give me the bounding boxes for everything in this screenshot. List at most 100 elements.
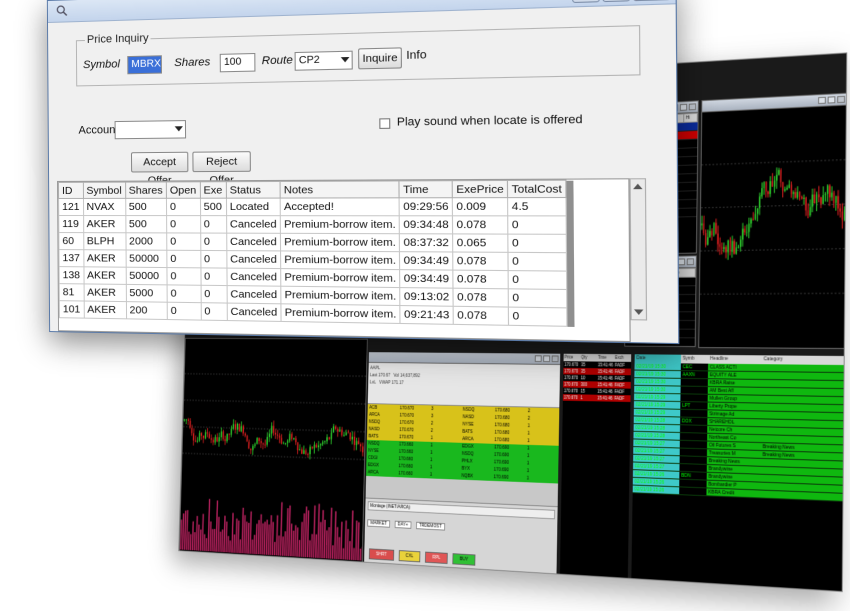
column-header[interactable]: Open bbox=[166, 181, 200, 199]
close-icon[interactable] bbox=[837, 95, 845, 104]
table-cell: 2000 bbox=[125, 232, 167, 251]
candle-body bbox=[183, 419, 186, 421]
trade-row[interactable]: 170.670 1 15:41:46 FADF bbox=[562, 394, 631, 402]
tif-select[interactable]: DAY+ bbox=[394, 520, 412, 529]
column-header[interactable]: Symbol bbox=[82, 182, 126, 199]
table-cell: 0 bbox=[167, 302, 201, 321]
shares-input[interactable]: 100 bbox=[219, 52, 256, 73]
table-cell: 09:13:02 bbox=[400, 287, 454, 307]
account-select[interactable] bbox=[114, 120, 187, 140]
dialog-titlebar[interactable]: – □ X bbox=[47, 0, 676, 23]
table-cell: Located bbox=[226, 198, 281, 216]
order-type-select[interactable]: MARKET bbox=[367, 519, 390, 528]
column-header[interactable]: Shares bbox=[125, 181, 167, 199]
accept-offer-button[interactable]: Accept Offer bbox=[130, 151, 189, 187]
inquire-button[interactable]: Inquire bbox=[358, 47, 402, 70]
row-filler bbox=[566, 307, 576, 327]
candle-body bbox=[250, 448, 252, 450]
candle-body bbox=[822, 195, 824, 204]
volume-bar bbox=[273, 541, 276, 556]
reject-offer-button[interactable]: Reject Offer bbox=[192, 151, 251, 186]
table-cell: 08:37:32 bbox=[399, 233, 453, 252]
news-cell: 02/21/19 15:29 bbox=[634, 393, 681, 402]
candle-body bbox=[330, 432, 333, 440]
candle-body bbox=[282, 443, 285, 445]
grid-line bbox=[183, 427, 366, 432]
column-header[interactable]: TotalCost bbox=[507, 180, 566, 198]
short-button[interactable]: SHRT bbox=[368, 548, 394, 561]
candle-body bbox=[341, 429, 343, 436]
trade-cell: 15:41:46 bbox=[597, 395, 613, 401]
candle-body bbox=[748, 223, 750, 232]
order-selectors: MARKET DAY+ TRDEMOST bbox=[367, 519, 554, 536]
chart-window-right[interactable] bbox=[698, 92, 848, 350]
row-filler bbox=[566, 234, 575, 253]
table-row[interactable]: 121 NVAX 500 0 500 Located Accepted! 09:29:56 0.… bbox=[58, 197, 575, 216]
volume-bar bbox=[361, 546, 364, 561]
candle-body bbox=[228, 433, 230, 435]
news-cell: 02/21/19 15:28 bbox=[633, 424, 681, 433]
candle-body bbox=[750, 219, 752, 224]
column-header[interactable]: Notes bbox=[280, 180, 400, 199]
replace-button[interactable]: RPL bbox=[425, 551, 448, 565]
candle-body bbox=[796, 191, 799, 198]
last-label: Last bbox=[369, 372, 378, 379]
symbol-input[interactable]: MBRX bbox=[127, 55, 162, 75]
minimize-icon[interactable] bbox=[818, 96, 826, 105]
candle-body bbox=[313, 444, 316, 449]
candle-body bbox=[272, 425, 275, 433]
close-icon[interactable] bbox=[688, 103, 697, 111]
volume-bar bbox=[203, 534, 206, 552]
price-chart-left[interactable] bbox=[180, 339, 368, 564]
close-icon[interactable] bbox=[551, 355, 559, 363]
news-cell bbox=[680, 410, 707, 417]
scroll-up-icon[interactable] bbox=[633, 183, 643, 190]
column-header[interactable]: ID bbox=[58, 182, 84, 199]
level2-window[interactable]: AAPL Last 170.67 Vol 14,637,892 LvL VWAP… bbox=[364, 352, 561, 575]
chevron-down-icon bbox=[340, 56, 350, 63]
candle-body bbox=[729, 240, 731, 252]
news-window[interactable]: Date Symb Headline Category 02/21/19 15:30 C… bbox=[631, 354, 846, 593]
buy-button[interactable]: BUY bbox=[452, 553, 476, 566]
table-row[interactable]: 119 AKER 500 0 0 Canceled Premium-borrow item.… bbox=[58, 215, 575, 235]
sound-checkbox[interactable] bbox=[379, 118, 391, 129]
price-chart-right[interactable] bbox=[699, 105, 848, 348]
route-select[interactable]: CP2 bbox=[294, 50, 353, 71]
candle-body bbox=[833, 192, 835, 204]
news-cell bbox=[679, 480, 706, 488]
cancel-order-button[interactable]: CXL bbox=[398, 550, 421, 563]
route-select[interactable]: TRDEMOST bbox=[415, 521, 445, 531]
column-header[interactable]: Exe bbox=[199, 181, 227, 199]
news-cell bbox=[680, 448, 707, 456]
grid-scrollbar[interactable] bbox=[629, 178, 648, 321]
close-icon[interactable] bbox=[686, 258, 695, 266]
candle-body bbox=[222, 431, 224, 440]
candle-body bbox=[311, 446, 313, 449]
column-header[interactable]: Status bbox=[225, 181, 281, 199]
candle-body bbox=[252, 446, 254, 451]
news-cell: KBRA Credit bbox=[706, 488, 761, 498]
maximize-icon[interactable] bbox=[679, 103, 688, 111]
candle-body bbox=[717, 233, 719, 245]
locate-grid[interactable]: ID Symbol Shares Open Exe Status Notes Time ExeP… bbox=[57, 178, 631, 343]
maximize-icon[interactable] bbox=[677, 258, 686, 266]
level2-symbol[interactable]: AAPL bbox=[370, 366, 380, 371]
column-header[interactable]: Time bbox=[399, 180, 453, 198]
level2-titlebar[interactable] bbox=[368, 352, 561, 365]
time-sales-window[interactable]: Price Qty Time Exch 170.670 35 15:41:46 FADF 17… bbox=[559, 353, 632, 579]
maximize-button[interactable]: □ bbox=[602, 0, 631, 3]
column-header[interactable]: ExePrice bbox=[452, 180, 508, 198]
price-inquiry-dialog[interactable]: – □ X Price Inquiry Symbol MBRX Shares 1… bbox=[46, 0, 680, 345]
minimize-icon[interactable] bbox=[534, 355, 542, 362]
volume-bar bbox=[265, 519, 268, 555]
maximize-icon[interactable] bbox=[827, 96, 836, 104]
maximize-icon[interactable] bbox=[543, 355, 551, 363]
candle-body bbox=[324, 441, 326, 443]
scroll-down-icon[interactable] bbox=[634, 309, 644, 315]
chart-window-left[interactable] bbox=[178, 337, 368, 564]
minimize-button[interactable]: – bbox=[571, 0, 601, 4]
volume-bar bbox=[319, 521, 322, 559]
volume-bar bbox=[245, 521, 248, 554]
close-button[interactable]: X bbox=[632, 0, 671, 2]
candle-body bbox=[719, 244, 721, 247]
